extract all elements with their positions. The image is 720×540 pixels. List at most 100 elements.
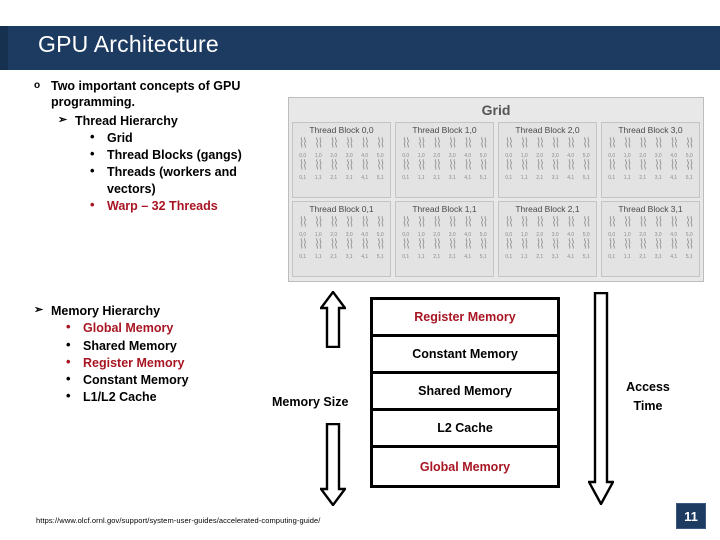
thread-cell: ⌇⌇ 5,1 [682,238,697,261]
thread-block: Thread Block 0,1 ⌇⌇ 0,0 ⌇⌇ 1,0 ⌇⌇ 2,0 ⌇⌇ 3,0 ⌇⌇ 4,… [292,201,391,277]
bullet-l1-l2-cache-text: L1/L2 Cache [83,390,157,405]
thread-array: ⌇⌇ 0,0 ⌇⌇ 1,0 ⌇⌇ 2,0 ⌇⌇ 3,0 ⌇⌇ 4,0 ⌇⌇ 5,0 ⌇⌇ 0,1 ⌇⌇ 1,1… [604,137,697,182]
bullet-marker-dot: • [90,163,95,179]
thread-squiggle-icon: ⌇⌇ [654,159,662,173]
memory-size-down-arrow-icon [320,423,346,506]
thread-cell: ⌇⌇ 1,1 [311,238,326,261]
thread-line: ⌇⌇ 0,0 ⌇⌇ 1,0 ⌇⌇ 2,0 ⌇⌇ 3,0 ⌇⌇ 4,0 ⌇⌇ 5,0 [501,137,594,160]
thread-cell: ⌇⌇ 4,0 [666,137,681,160]
thread-cell: ⌇⌇ 4,0 [460,216,475,239]
thread-squiggle-icon: ⌇⌇ [670,238,678,252]
bullet-memory-hierarchy: ➢ Memory Hierarchy [34,303,284,319]
thread-squiggle-icon: ⌇⌇ [479,159,487,173]
thread-block-title: Thread Block 3,1 [618,204,683,214]
bullet-warp-32-threads: • Warp – 32 Threads [90,196,284,214]
thread-cell: ⌇⌇ 0,0 [398,137,413,160]
thread-cell: ⌇⌇ 5,1 [682,159,697,182]
thread-cell: ⌇⌇ 4,1 [357,238,372,261]
memory-hierarchy-table: Register Memory Constant Memory Shared Mem… [370,297,560,488]
thread-line: ⌇⌇ 0,1 ⌇⌇ 1,1 ⌇⌇ 2,1 ⌇⌇ 3,1 ⌇⌇ 4,1 ⌇⌇ 5,1 [501,238,594,261]
thread-cell: ⌇⌇ 1,0 [620,137,635,160]
thread-cell: ⌇⌇ 3,0 [342,216,357,239]
bullet-marker-dot: • [66,353,71,369]
thread-cell: ⌇⌇ 2,0 [532,216,547,239]
thread-cell: ⌇⌇ 1,0 [414,216,429,239]
thread-squiggle-icon: ⌇⌇ [464,159,472,173]
thread-cell: ⌇⌇ 0,1 [295,159,310,182]
thread-squiggle-icon: ⌇⌇ [361,159,369,173]
memory-hierarchy-bullet-list: ➢ Memory Hierarchy • Global Memory • Sha… [34,303,284,407]
bullet-memory-hierarchy-text: Memory Hierarchy [51,304,161,318]
memory-level-row: Constant Memory [373,337,557,374]
bullet-marker-arrow-icon: ➢ [34,304,44,316]
thread-squiggle-icon: ⌇⌇ [639,238,647,252]
thread-cell: ⌇⌇ 2,0 [429,137,444,160]
thread-cell: ⌇⌇ 3,1 [445,238,460,261]
thread-squiggle-icon: ⌇⌇ [685,159,693,173]
thread-cell: ⌇⌇ 4,1 [563,238,578,261]
thread-cell: ⌇⌇ 5,1 [373,159,388,182]
thread-squiggle-icon: ⌇⌇ [654,238,662,252]
thread-line: ⌇⌇ 0,1 ⌇⌇ 1,1 ⌇⌇ 2,1 ⌇⌇ 3,1 ⌇⌇ 4,1 ⌇⌇ 5,1 [398,238,491,261]
slide-canvas: GPU Architecture o Two important concept… [0,0,720,540]
bullet-intro-text: Two important concepts of GPU programmin… [51,79,241,110]
thread-cell: ⌇⌇ 3,0 [445,137,460,160]
thread-block: Thread Block 3,0 ⌇⌇ 0,0 ⌇⌇ 1,0 ⌇⌇ 2,0 ⌇⌇ 3,0 ⌇⌇ 4,… [601,122,700,198]
thread-cell: ⌇⌇ 5,1 [476,159,491,182]
thread-cell: ⌇⌇ 3,1 [342,238,357,261]
thread-squiggle-icon: ⌇⌇ [639,159,647,173]
thread-squiggle-icon: ⌇⌇ [623,238,631,252]
bullet-marker-dot: • [90,196,95,212]
thread-array: ⌇⌇ 0,0 ⌇⌇ 1,0 ⌇⌇ 2,0 ⌇⌇ 3,0 ⌇⌇ 4,0 ⌇⌇ 5,0 ⌇⌇ 0,1 ⌇⌇ 1,1… [398,216,491,261]
thread-squiggle-icon: ⌇⌇ [536,238,544,252]
bullet-marker-arrow-icon: ➢ [58,113,68,126]
thread-cell: ⌇⌇ 2,0 [532,137,547,160]
thread-squiggle-icon: ⌇⌇ [505,159,513,173]
thread-cell: ⌇⌇ 1,0 [517,137,532,160]
memory-level-row: Shared Memory [373,374,557,411]
thread-line: ⌇⌇ 0,0 ⌇⌇ 1,0 ⌇⌇ 2,0 ⌇⌇ 3,0 ⌇⌇ 4,0 ⌇⌇ 5,0 [604,137,697,160]
thread-cell: ⌇⌇ 4,0 [563,137,578,160]
thread-block-title: Thread Block 0,0 [309,125,374,135]
bullet-marker-circle: o [34,80,41,91]
thread-cell: ⌇⌇ 4,0 [460,137,475,160]
thread-block-title: Thread Block 3,0 [618,125,683,135]
thread-squiggle-icon: ⌇⌇ [520,159,528,173]
thread-squiggle-icon: ⌇⌇ [551,159,559,173]
thread-cell: ⌇⌇ 4,0 [357,216,372,239]
thread-cell: ⌇⌇ 3,1 [651,238,666,261]
thread-cell: ⌇⌇ 1,0 [517,216,532,239]
thread-squiggle-icon: ⌇⌇ [361,238,369,252]
thread-cell: ⌇⌇ 2,0 [326,216,341,239]
thread-cell: ⌇⌇ 4,1 [666,159,681,182]
footer-source-url[interactable]: https://www.olcf.ornl.gov/support/system… [36,516,320,525]
thread-line: ⌇⌇ 0,0 ⌇⌇ 1,0 ⌇⌇ 2,0 ⌇⌇ 3,0 ⌇⌇ 4,0 ⌇⌇ 5,0 [295,216,388,239]
thread-squiggle-icon: ⌇⌇ [299,238,307,252]
thread-line: ⌇⌇ 0,0 ⌇⌇ 1,0 ⌇⌇ 2,0 ⌇⌇ 3,0 ⌇⌇ 4,0 ⌇⌇ 5,0 [501,216,594,239]
thread-cell: ⌇⌇ 4,0 [357,137,372,160]
thread-cell: ⌇⌇ 1,0 [620,216,635,239]
thread-cell: ⌇⌇ 5,0 [682,216,697,239]
thread-array: ⌇⌇ 0,0 ⌇⌇ 1,0 ⌇⌇ 2,0 ⌇⌇ 3,0 ⌇⌇ 4,0 ⌇⌇ 5,0 ⌇⌇ 0,1 ⌇⌇ 1,1… [501,216,594,261]
access-time-down-arrow-icon [588,292,614,505]
thread-cell: ⌇⌇ 0,1 [398,159,413,182]
thread-cell: ⌇⌇ 0,0 [501,216,516,239]
thread-block-row: Thread Block 0,1 ⌇⌇ 0,0 ⌇⌇ 1,0 ⌇⌇ 2,0 ⌇⌇ 3,0 ⌇⌇ 4,… [292,201,700,277]
thread-squiggle-icon: ⌇⌇ [330,238,338,252]
thread-cell: ⌇⌇ 3,0 [548,216,563,239]
thread-cell: ⌇⌇ 0,0 [398,216,413,239]
thread-cell: ⌇⌇ 4,1 [460,159,475,182]
thread-squiggle-icon: ⌇⌇ [402,238,410,252]
bullet-warp-32-threads-text: Warp – 32 Threads [107,198,218,213]
thread-squiggle-icon: ⌇⌇ [608,159,616,173]
thread-array: ⌇⌇ 0,0 ⌇⌇ 1,0 ⌇⌇ 2,0 ⌇⌇ 3,0 ⌇⌇ 4,0 ⌇⌇ 5,0 ⌇⌇ 0,1 ⌇⌇ 1,1… [501,137,594,182]
thread-line: ⌇⌇ 0,0 ⌇⌇ 1,0 ⌇⌇ 2,0 ⌇⌇ 3,0 ⌇⌇ 4,0 ⌇⌇ 5,0 [398,137,491,160]
thread-cell: ⌇⌇ 4,1 [563,159,578,182]
bullet-thread-hierarchy-text: Thread Hierarchy [75,113,178,128]
thread-line: ⌇⌇ 0,1 ⌇⌇ 1,1 ⌇⌇ 2,1 ⌇⌇ 3,1 ⌇⌇ 4,1 ⌇⌇ 5,1 [398,159,491,182]
thread-cell: ⌇⌇ 0,1 [295,238,310,261]
thread-cell: ⌇⌇ 3,1 [548,238,563,261]
bullet-thread-blocks: • Thread Blocks (gangs) [90,146,284,163]
thread-squiggle-icon: ⌇⌇ [448,238,456,252]
bullet-constant-memory: • Constant Memory [66,371,284,388]
